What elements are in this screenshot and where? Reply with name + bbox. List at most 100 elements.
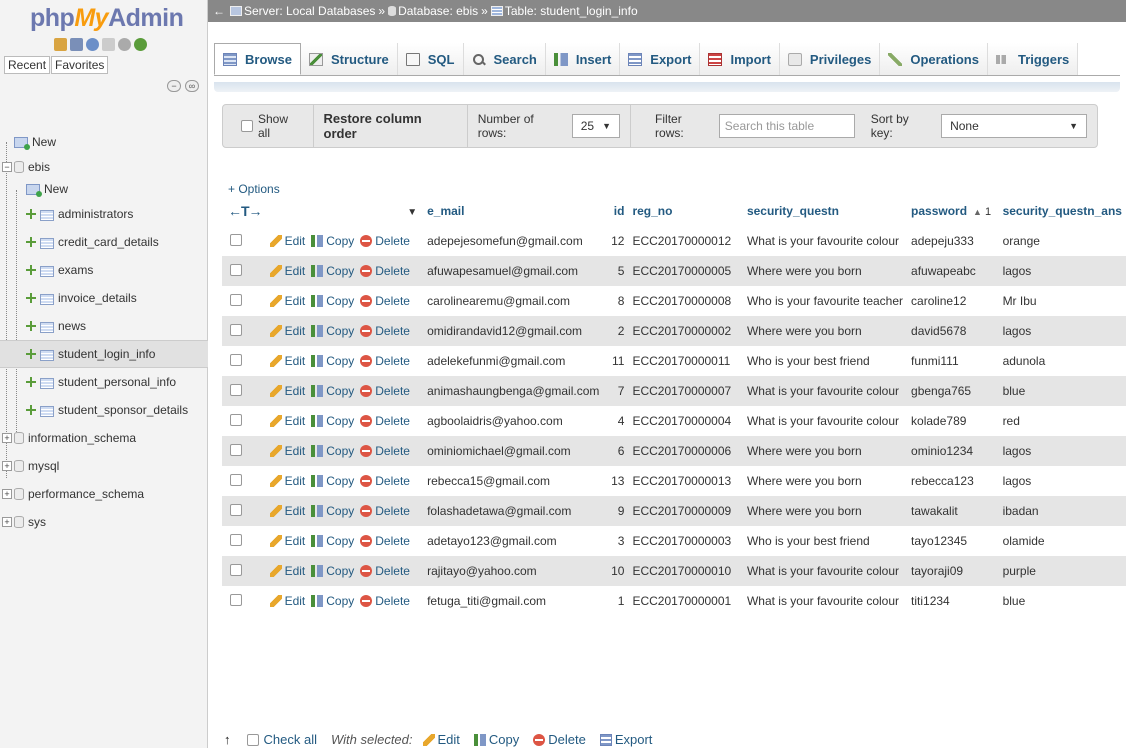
cell-security-questn[interactable]: What is your favourite colour bbox=[742, 226, 908, 256]
column-sort-toggle-icon[interactable]: ▼ bbox=[407, 207, 417, 218]
cell-security-questn-ans[interactable]: blue bbox=[998, 376, 1126, 406]
tree-item-table-exams[interactable]: exams bbox=[0, 256, 208, 284]
cell-e-mail[interactable]: adepejesomefun@gmail.com bbox=[423, 226, 607, 256]
row-checkbox[interactable] bbox=[230, 563, 242, 576]
tree-item-db-performance-schema[interactable]: + performance_schema bbox=[0, 480, 208, 508]
tab-insert[interactable]: Insert bbox=[545, 43, 621, 75]
edit-row-link[interactable]: Edit bbox=[285, 414, 306, 428]
back-arrow-icon[interactable]: ← bbox=[208, 4, 230, 18]
tree-item-table-administrators[interactable]: administrators bbox=[0, 200, 208, 228]
edit-row-link[interactable]: Edit bbox=[285, 324, 306, 338]
edit-row-link[interactable]: Edit bbox=[285, 384, 306, 398]
collapse-all-icon[interactable]: − bbox=[167, 80, 181, 92]
expand-icon[interactable] bbox=[26, 349, 36, 359]
tab-import[interactable]: Import bbox=[700, 43, 780, 75]
cell-reg-no[interactable]: ECC20170000004 bbox=[628, 406, 743, 436]
cell-reg-no[interactable]: ECC20170000006 bbox=[628, 436, 743, 466]
tab-search[interactable]: Search bbox=[463, 43, 546, 75]
copy-row-link[interactable]: Copy bbox=[326, 474, 354, 488]
cell-password[interactable]: gbenga765 bbox=[907, 376, 999, 406]
cell-reg-no[interactable]: ECC20170000012 bbox=[628, 226, 743, 256]
row-checkbox[interactable] bbox=[230, 443, 242, 456]
cell-reg-no[interactable]: ECC20170000005 bbox=[628, 256, 743, 286]
edit-row-link[interactable]: Edit bbox=[285, 354, 306, 368]
cell-security-questn-ans[interactable]: blue bbox=[998, 586, 1126, 616]
cell-security-questn[interactable]: What is your favourite colour bbox=[742, 376, 908, 406]
cell-reg-no[interactable]: ECC20170000008 bbox=[628, 286, 743, 316]
expand-icon[interactable] bbox=[26, 405, 36, 415]
cell-id[interactable]: 13 bbox=[606, 466, 629, 496]
tab-privileges[interactable]: Privileges bbox=[779, 43, 881, 75]
logout-icon[interactable] bbox=[70, 38, 83, 51]
cell-security-questn[interactable]: Where were you born bbox=[742, 316, 908, 346]
tree-item-db-information-schema[interactable]: + information_schema bbox=[0, 424, 208, 452]
delete-row-link[interactable]: Delete bbox=[375, 414, 410, 428]
delete-row-link[interactable]: Delete bbox=[375, 474, 410, 488]
cell-e-mail[interactable]: animashaungbenga@gmail.com bbox=[423, 376, 607, 406]
cell-security-questn-ans[interactable]: adunola bbox=[998, 346, 1126, 376]
cell-id[interactable]: 10 bbox=[606, 556, 629, 586]
row-checkbox[interactable] bbox=[230, 593, 242, 606]
row-checkbox[interactable] bbox=[230, 533, 242, 546]
row-checkbox[interactable] bbox=[230, 263, 242, 276]
cell-id[interactable]: 1 bbox=[606, 586, 629, 616]
row-checkbox[interactable] bbox=[230, 473, 242, 486]
cell-password[interactable]: caroline12 bbox=[907, 286, 999, 316]
cell-reg-no[interactable]: ECC20170000009 bbox=[628, 496, 743, 526]
column-header-e-mail[interactable]: e_mail bbox=[423, 196, 607, 226]
cell-security-questn[interactable]: What is your favourite colour bbox=[742, 586, 908, 616]
column-header-password[interactable]: password ▲ 1 bbox=[907, 196, 999, 226]
reload-icon[interactable] bbox=[134, 38, 147, 51]
tree-item-table-student-sponsor-details[interactable]: student_sponsor_details bbox=[0, 396, 208, 424]
bulk-edit-button[interactable]: Edit bbox=[422, 732, 460, 747]
cell-id[interactable]: 2 bbox=[606, 316, 629, 346]
bulk-delete-button[interactable]: Delete bbox=[533, 732, 586, 747]
show-all-control[interactable]: Show all bbox=[223, 105, 314, 147]
cell-id[interactable]: 12 bbox=[606, 226, 629, 256]
cell-e-mail[interactable]: adetayo123@gmail.com bbox=[423, 526, 607, 556]
cell-security-questn[interactable]: What is your favourite colour bbox=[742, 406, 908, 436]
documentation-icon[interactable] bbox=[102, 38, 115, 51]
sort-by-key-select[interactable]: None ▼ bbox=[941, 114, 1088, 138]
cell-security-questn-ans[interactable]: lagos bbox=[998, 256, 1126, 286]
row-checkbox[interactable] bbox=[230, 323, 242, 336]
expand-icon[interactable]: + bbox=[2, 517, 12, 527]
cell-security-questn[interactable]: Where were you born bbox=[742, 256, 908, 286]
cell-security-questn-ans[interactable]: Mr Ibu bbox=[998, 286, 1126, 316]
cell-password[interactable]: rebecca123 bbox=[907, 466, 999, 496]
delete-row-link[interactable]: Delete bbox=[375, 234, 410, 248]
tab-browse[interactable]: Browse bbox=[214, 43, 301, 75]
expand-icon[interactable]: + bbox=[2, 433, 12, 443]
tree-item-db-ebis[interactable]: − ebis bbox=[0, 156, 208, 178]
phpmyadmin-logo[interactable]: phpMyAdmin bbox=[30, 4, 184, 33]
query-window-icon[interactable] bbox=[86, 38, 99, 51]
edit-row-link[interactable]: Edit bbox=[285, 534, 306, 548]
copy-row-link[interactable]: Copy bbox=[326, 504, 354, 518]
row-checkbox[interactable] bbox=[230, 503, 242, 516]
delete-row-link[interactable]: Delete bbox=[375, 504, 410, 518]
row-checkbox[interactable] bbox=[230, 233, 242, 246]
delete-row-link[interactable]: Delete bbox=[375, 324, 410, 338]
tab-triggers[interactable]: Triggers bbox=[987, 43, 1079, 75]
cell-password[interactable]: afuwapeabc bbox=[907, 256, 999, 286]
collapse-icon[interactable]: − bbox=[2, 162, 12, 172]
cell-e-mail[interactable]: rebecca15@gmail.com bbox=[423, 466, 607, 496]
cell-security-questn[interactable]: Where were you born bbox=[742, 436, 908, 466]
cell-security-questn[interactable]: What is your favourite colour bbox=[742, 556, 908, 586]
row-checkbox[interactable] bbox=[230, 353, 242, 366]
cell-reg-no[interactable]: ECC20170000007 bbox=[628, 376, 743, 406]
delete-row-link[interactable]: Delete bbox=[375, 564, 410, 578]
column-header-security-questn[interactable]: security_questn bbox=[742, 196, 908, 226]
home-icon[interactable] bbox=[54, 38, 67, 51]
cell-id[interactable]: 7 bbox=[606, 376, 629, 406]
copy-row-link[interactable]: Copy bbox=[326, 324, 354, 338]
cell-security-questn-ans[interactable]: lagos bbox=[998, 436, 1126, 466]
delete-row-link[interactable]: Delete bbox=[375, 444, 410, 458]
row-checkbox[interactable] bbox=[230, 293, 242, 306]
tree-item-table-credit-card-details[interactable]: credit_card_details bbox=[0, 228, 208, 256]
cell-password[interactable]: david5678 bbox=[907, 316, 999, 346]
cell-security-questn[interactable]: Where were you born bbox=[742, 496, 908, 526]
edit-row-link[interactable]: Edit bbox=[285, 564, 306, 578]
link-with-main-icon[interactable]: ∞ bbox=[185, 80, 199, 92]
cell-security-questn-ans[interactable]: purple bbox=[998, 556, 1126, 586]
